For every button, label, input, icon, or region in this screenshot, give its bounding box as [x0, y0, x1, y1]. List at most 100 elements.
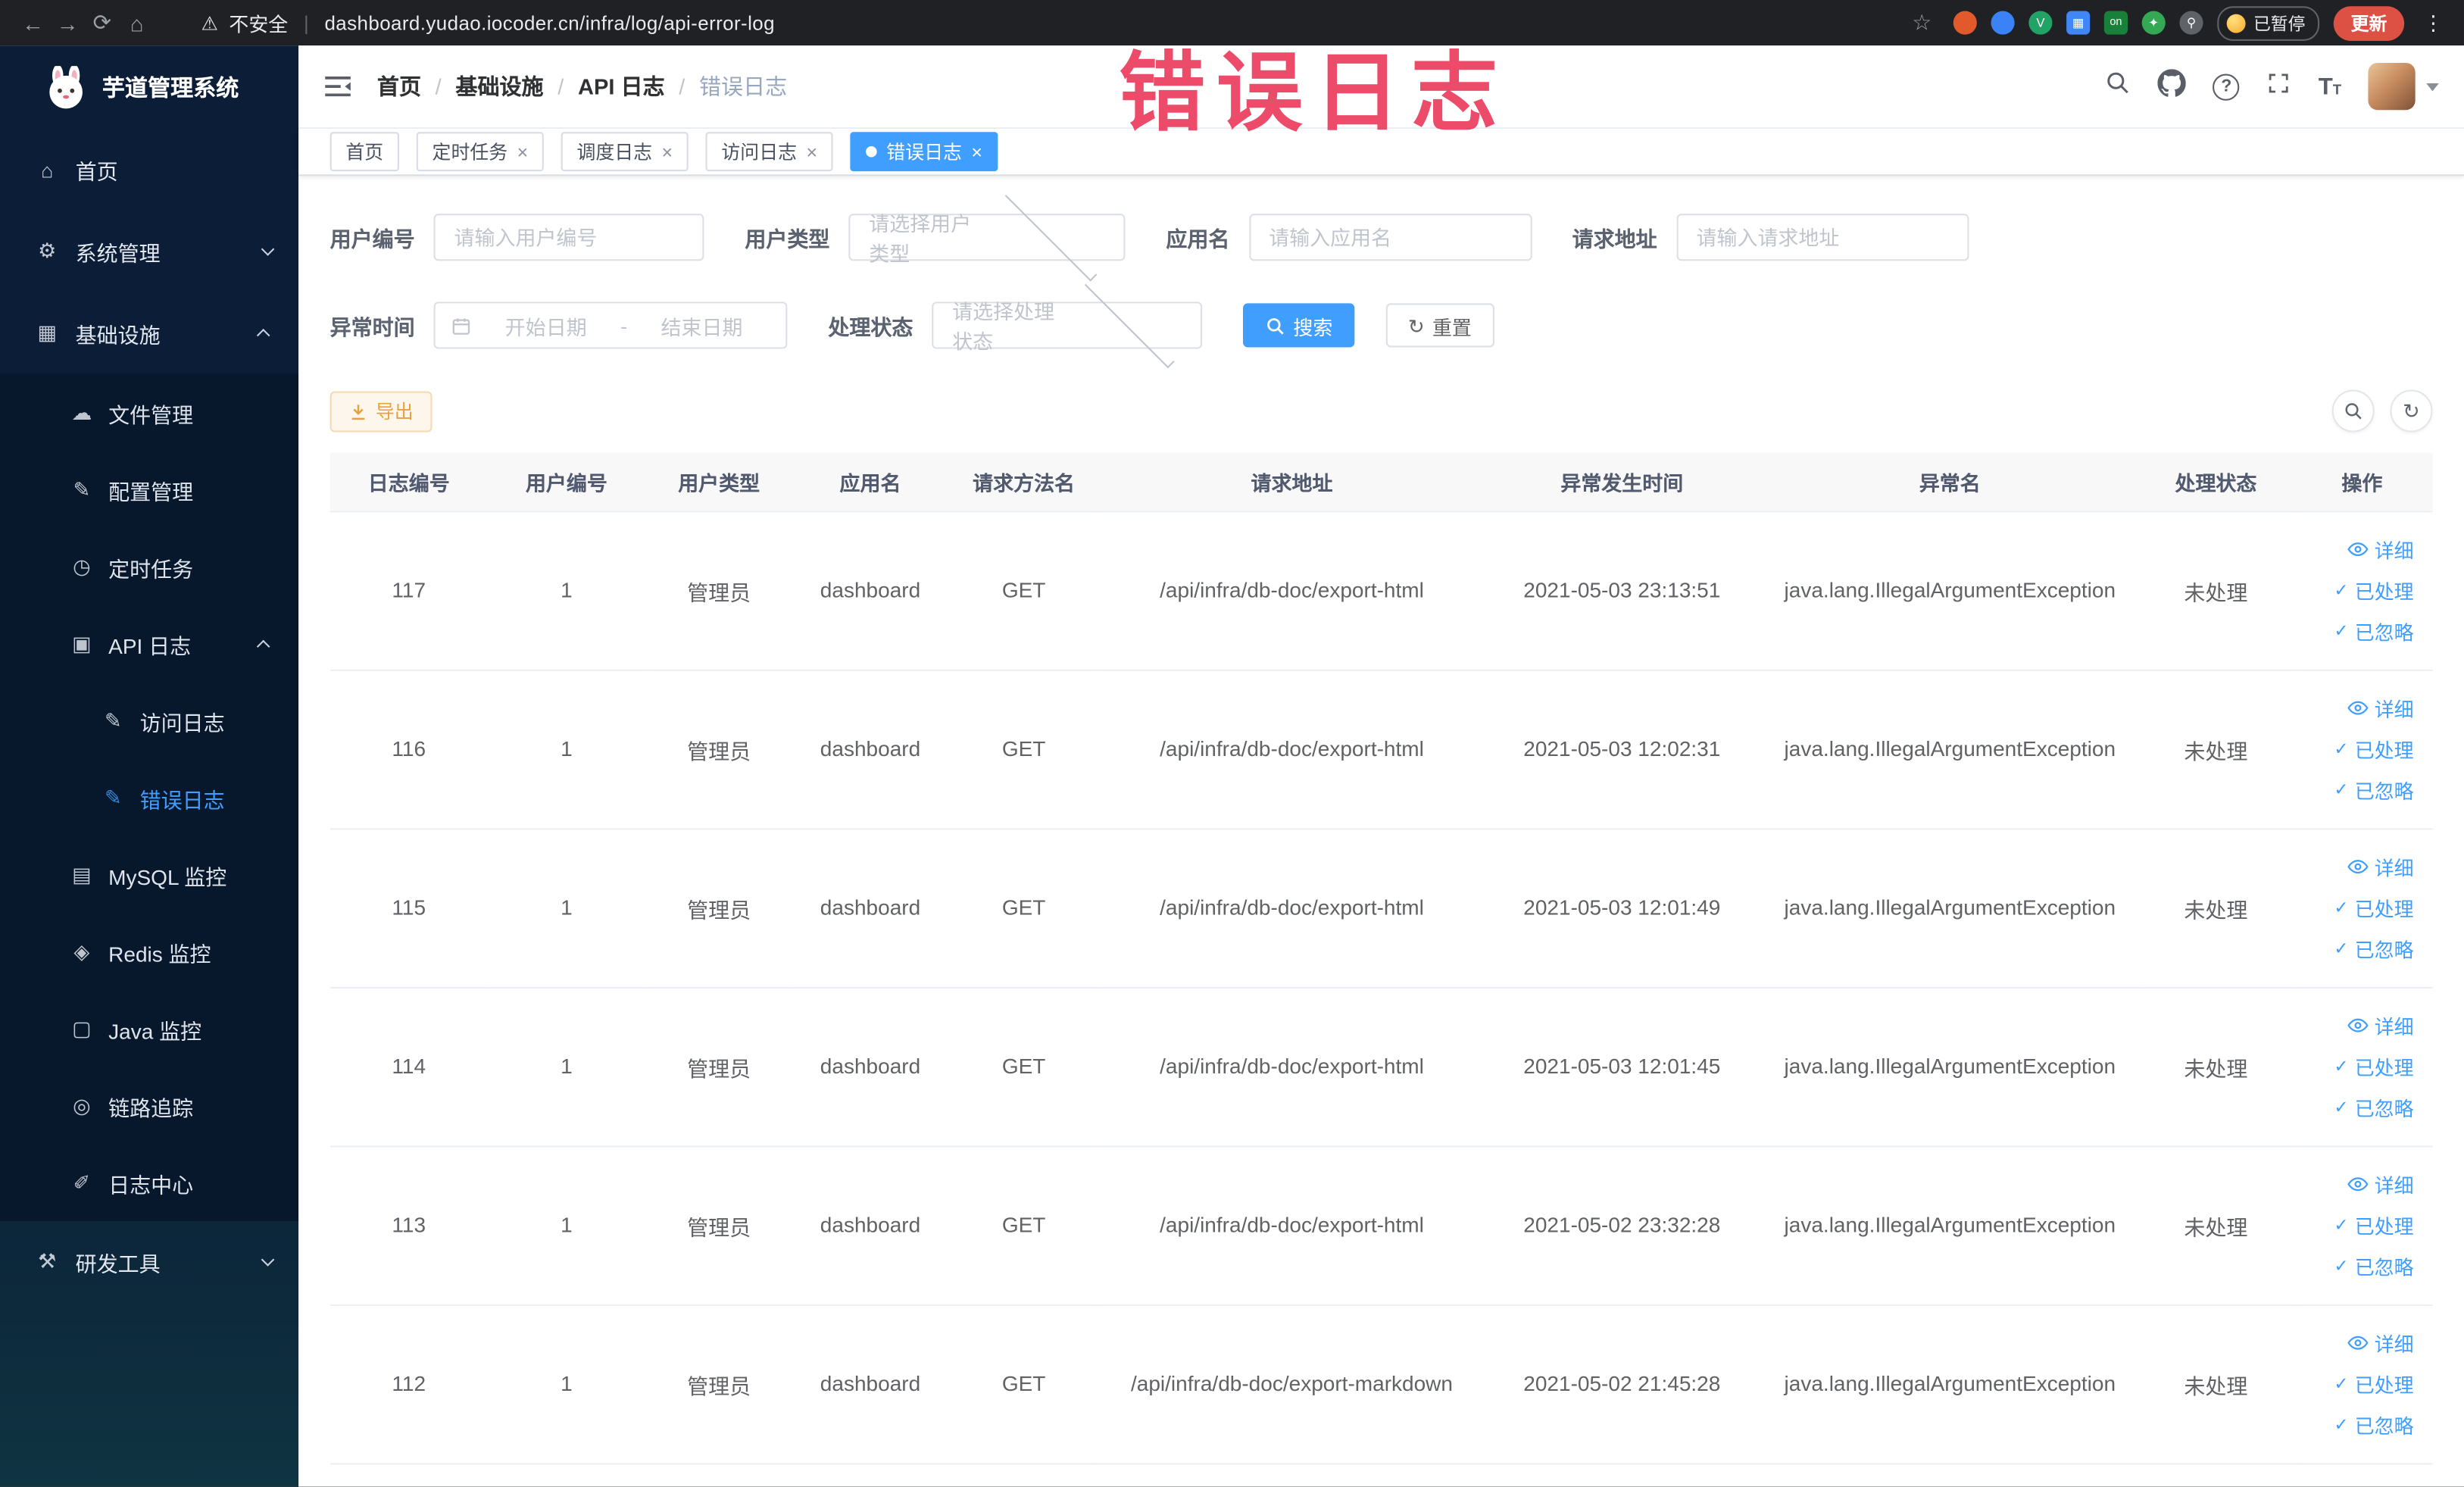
ignore-link[interactable]: ✓ 已忽略	[2301, 770, 2413, 811]
breadcrumb-item[interactable]: 基础设施	[455, 70, 543, 102]
sidebar-item-mysql[interactable]: ▤ MySQL 监控	[0, 836, 298, 914]
detail-link[interactable]: 详细	[2301, 1323, 2414, 1364]
ignore-link[interactable]: ✓ 已忽略	[2301, 1245, 2413, 1286]
table-toolbar: 导出 ↻	[329, 389, 2433, 433]
sidebar-item-label: 系统管理	[75, 242, 161, 266]
sidebar-item-api-log[interactable]: ▣ API 日志	[0, 605, 298, 683]
github-icon[interactable]	[2158, 68, 2187, 105]
tab-access-log[interactable]: 访问日志 ×	[705, 132, 833, 172]
app-logo	[49, 65, 83, 108]
sidebar-item-infra[interactable]: ▦ 基础设施	[0, 292, 298, 374]
user-type-select[interactable]: 请选择用户类型	[848, 189, 1126, 281]
browser-menu-icon[interactable]: ⋮	[2419, 10, 2448, 35]
detail-link[interactable]: 详细	[2301, 688, 2414, 729]
sidebar-item-java[interactable]: ▢ Java 监控	[0, 990, 298, 1067]
process-link[interactable]: ✓ 已处理	[2301, 1364, 2413, 1404]
app-title: 芋道管理系统	[101, 77, 239, 102]
process-link[interactable]: ✓ 已处理	[2301, 887, 2413, 928]
ignore-link[interactable]: ✓ 已忽略	[2301, 1087, 2413, 1128]
request-url-input[interactable]	[1675, 214, 1969, 261]
close-icon[interactable]: ×	[971, 142, 982, 161]
process-link[interactable]: ✓ 已处理	[2301, 570, 2413, 611]
toggle-search-button[interactable]	[2331, 389, 2375, 433]
detail-link[interactable]: 详细	[2301, 529, 2414, 570]
sidebar-item-error-log[interactable]: ✎ 错误日志	[0, 759, 298, 836]
help-icon[interactable]: ?	[2213, 73, 2240, 100]
sidebar-item-access-log[interactable]: ✎ 访问日志	[0, 682, 298, 759]
update-button[interactable]: 更新	[2333, 5, 2405, 40]
sidebar-item-trace[interactable]: ◎ 链路追踪	[0, 1067, 298, 1145]
extension-icon-5[interactable]: on	[2103, 11, 2128, 35]
cell-method: GET	[948, 511, 1100, 670]
extension-icon-1[interactable]	[1953, 11, 1977, 35]
extensions-puzzle-icon[interactable]: ⚲	[2179, 11, 2203, 35]
sidebar-item-file[interactable]: ☁ 文件管理	[0, 374, 298, 451]
ignore-link[interactable]: ✓ 已忽略	[2301, 611, 2413, 651]
process-link[interactable]: ✓ 已处理	[2301, 729, 2413, 770]
close-icon[interactable]: ×	[662, 142, 673, 161]
sidebar-item-job[interactable]: ◷ 定时任务	[0, 528, 298, 605]
edit-icon: ✎	[73, 476, 91, 501]
extension-icon-6[interactable]: ✦	[2141, 11, 2166, 35]
process-link[interactable]: ✓ 已处理	[2301, 1046, 2413, 1087]
extension-icon-2[interactable]	[1991, 11, 2015, 35]
home-nav-icon[interactable]: ⌂	[120, 5, 155, 40]
address-bar[interactable]: ⚠ 不安全 | dashboard.yudao.iocoder.cn/infra…	[201, 8, 775, 37]
filter-row-2: 异常时间 开始日期 - 结束日期 处理状态 请选择处理状态 搜索 ↻ 重置	[330, 278, 2433, 368]
export-button[interactable]: 导出	[329, 390, 433, 432]
sidebar-item-config[interactable]: ✎ 配置管理	[0, 451, 298, 528]
refresh-table-button[interactable]: ↻	[2390, 389, 2433, 433]
eye-icon	[2347, 701, 2369, 715]
search-icon	[1267, 317, 1284, 334]
search-button[interactable]: 搜索	[1243, 303, 1355, 348]
extension-icon-3[interactable]: V	[2028, 11, 2053, 35]
caret-down-icon	[2426, 82, 2439, 91]
ignore-link[interactable]: ✓ 已忽略	[2301, 928, 2413, 969]
breadcrumb-item[interactable]: 首页	[377, 70, 421, 102]
home-icon: ⌂	[41, 158, 54, 182]
sidebar-item-home[interactable]: ⌂ 首页	[0, 129, 298, 211]
tab-job[interactable]: 定时任务 ×	[416, 132, 544, 172]
fullscreen-icon[interactable]	[2266, 70, 2291, 103]
breadcrumb-item[interactable]: API 日志	[578, 70, 665, 102]
cell-user-type: 管理员	[645, 1304, 793, 1464]
gear-icon: ⚙	[38, 239, 57, 263]
extension-icon-4[interactable]: ▦	[2066, 11, 2091, 35]
back-icon[interactable]: ←	[16, 5, 51, 40]
paused-badge[interactable]: 已暂停	[2217, 5, 2320, 40]
detail-link[interactable]: 详细	[2301, 846, 2414, 887]
tab-home[interactable]: 首页	[329, 132, 399, 172]
app-shell: 芋道管理系统 ⌂ 首页 ⚙ 系统管理 ▦ 基础设施 ☁ 文件管理 ✎ 配置管理 …	[0, 45, 2464, 1487]
sidebar-toggle-icon[interactable]	[323, 74, 351, 99]
user-menu[interactable]	[2368, 62, 2439, 111]
reset-button[interactable]: ↻ 重置	[1385, 303, 1494, 348]
detail-link[interactable]: 详细	[2301, 1005, 2414, 1046]
close-icon[interactable]: ×	[517, 142, 529, 161]
tab-error-log[interactable]: 错误日志 ×	[850, 132, 998, 172]
user-id-input[interactable]	[433, 214, 704, 261]
bookmark-star-icon[interactable]: ☆	[1904, 5, 1939, 40]
font-size-icon[interactable]: TT	[2319, 73, 2341, 99]
breadcrumb: 首页 / 基础设施 / API 日志 / 错误日志	[377, 70, 787, 102]
app-logo-row[interactable]: 芋道管理系统	[0, 45, 298, 129]
forward-icon[interactable]: →	[50, 5, 85, 40]
sidebar-item-system[interactable]: ⚙ 系统管理	[0, 211, 298, 292]
ignore-link[interactable]: ✓ 已忽略	[2301, 1404, 2413, 1445]
process-link[interactable]: ✓ 已处理	[2301, 1204, 2413, 1245]
date-range-picker[interactable]: 开始日期 - 结束日期	[433, 301, 788, 349]
search-icon[interactable]	[2105, 69, 2131, 104]
tab-job-log[interactable]: 调度日志 ×	[561, 132, 689, 172]
close-icon[interactable]: ×	[806, 142, 817, 161]
sidebar-item-redis[interactable]: ◈ Redis 监控	[0, 913, 298, 990]
reload-icon[interactable]: ⟳	[85, 5, 120, 40]
check-icon: ✓	[2334, 1257, 2349, 1276]
chevron-down-icon	[261, 1253, 275, 1267]
database-icon: ▤	[72, 861, 92, 886]
sidebar-item-devtools[interactable]: ⚒ 研发工具	[0, 1221, 298, 1303]
app-name-input[interactable]	[1248, 214, 1532, 261]
filter-row-1: 用户编号 用户类型 请选择用户类型 应用名	[330, 189, 2433, 281]
sidebar-item-log-center[interactable]: ✐ 日志中心	[0, 1144, 298, 1221]
status-select[interactable]: 请选择处理状态	[932, 278, 1203, 368]
cell-exception-name: java.lang.IllegalArgumentException	[1760, 1304, 2141, 1464]
detail-link[interactable]: 详细	[2301, 1164, 2414, 1204]
